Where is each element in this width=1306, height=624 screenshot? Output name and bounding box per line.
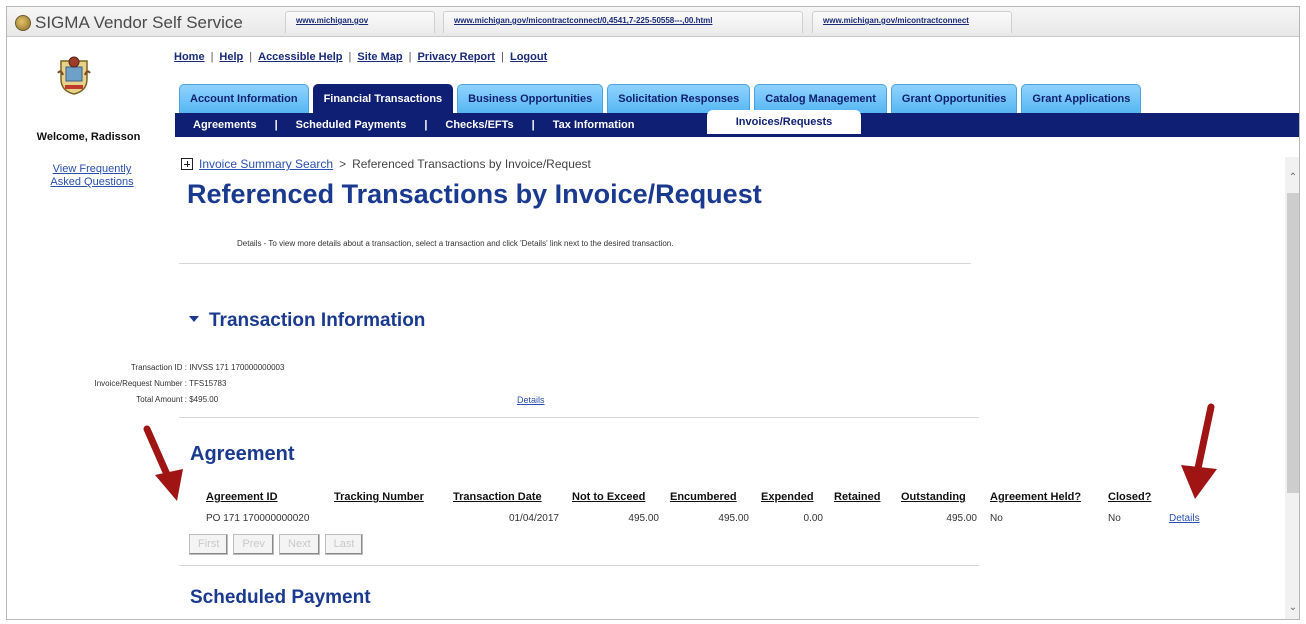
col-transaction-date[interactable]: Transaction Date bbox=[453, 491, 542, 503]
url-tab-micontractconnect[interactable]: www.michigan.gov/micontractconnect bbox=[812, 11, 1012, 33]
faq-link-line2[interactable]: Asked Questions bbox=[37, 176, 147, 189]
col-not-to-exceed[interactable]: Not to Exceed bbox=[572, 491, 645, 503]
tab-solicitation-responses[interactable]: Solicitation Responses bbox=[607, 84, 751, 113]
browser-window: SIGMA Vendor Self Service www.michigan.g… bbox=[6, 6, 1300, 620]
subnav-scheduled-payments[interactable]: Scheduled Payments bbox=[296, 119, 407, 131]
divider bbox=[179, 263, 971, 264]
transaction-information-heading[interactable]: Transaction Information bbox=[189, 310, 425, 332]
transaction-details-link[interactable]: Details bbox=[517, 395, 545, 405]
scheduled-payment-heading: Scheduled Payment bbox=[190, 587, 371, 608]
collapse-icon[interactable] bbox=[181, 158, 193, 170]
scroll-thumb[interactable] bbox=[1287, 193, 1299, 493]
url-tab-micontractconnect-page[interactable]: www.michigan.gov/micontractconnect/0,454… bbox=[443, 11, 803, 33]
tab-catalog-management[interactable]: Catalog Management bbox=[754, 84, 887, 113]
pager: First Prev Next Last bbox=[189, 534, 364, 555]
main-tabs: Account Information Financial Transactio… bbox=[179, 84, 1142, 113]
subnav-tax-information[interactable]: Tax Information bbox=[553, 119, 635, 131]
col-expended[interactable]: Expended bbox=[761, 491, 814, 503]
title-bar: SIGMA Vendor Self Service www.michigan.g… bbox=[7, 7, 1299, 37]
tab-grant-opportunities[interactable]: Grant Opportunities bbox=[890, 84, 1018, 113]
divider bbox=[179, 565, 979, 566]
faq-link-line1[interactable]: View Frequently bbox=[37, 163, 147, 176]
privacy-report-link[interactable]: Privacy Report bbox=[417, 51, 495, 63]
michigan-seal-icon bbox=[15, 15, 31, 31]
subnav-invoices-requests[interactable]: Invoices/Requests bbox=[707, 110, 861, 134]
total-amount-row: Total Amount : $495.00 bbox=[136, 395, 219, 404]
col-agreement-held[interactable]: Agreement Held? bbox=[990, 491, 1081, 503]
tab-account-information[interactable]: Account Information bbox=[179, 84, 309, 113]
cell-agreement-id: PO 171 170000000020 bbox=[206, 513, 310, 524]
col-tracking-number[interactable]: Tracking Number bbox=[334, 491, 424, 503]
app-title-text: SIGMA Vendor Self Service bbox=[35, 13, 243, 32]
help-link[interactable]: Help bbox=[219, 51, 243, 63]
sub-nav: Agreements | Scheduled Payments | Checks/E… bbox=[175, 110, 1299, 137]
agreement-heading: Agreement bbox=[190, 443, 295, 465]
transaction-id-row: Transaction ID : INVSS 171 170000000003 bbox=[130, 363, 285, 372]
breadcrumb-separator: > bbox=[339, 157, 347, 171]
breadcrumb-invoice-summary-search[interactable]: Invoice Summary Search bbox=[199, 157, 333, 171]
first-button[interactable]: First bbox=[189, 534, 229, 555]
cell-closed: No bbox=[1108, 513, 1121, 524]
col-outstanding[interactable]: Outstanding bbox=[901, 491, 966, 503]
cell-agreement-held: No bbox=[990, 513, 1003, 524]
vertical-scrollbar[interactable]: ⌃ ⌄ bbox=[1285, 157, 1299, 619]
col-agreement-id[interactable]: Agreement ID bbox=[206, 491, 278, 503]
next-button[interactable]: Next bbox=[279, 534, 320, 555]
subnav-agreements[interactable]: Agreements bbox=[193, 119, 257, 131]
welcome-text: Welcome, Radisson bbox=[36, 131, 141, 143]
michigan-seal-icon bbox=[57, 56, 91, 95]
cell-outstanding: 495.00 bbox=[946, 513, 977, 524]
col-closed[interactable]: Closed? bbox=[1108, 491, 1151, 503]
cell-encumbered: 495.00 bbox=[718, 513, 749, 524]
sidebar: Welcome, Radisson View Frequently Asked … bbox=[7, 37, 170, 619]
cell-transaction-date: 01/04/2017 bbox=[508, 513, 559, 524]
red-arrow-icon bbox=[143, 425, 183, 501]
last-button[interactable]: Last bbox=[324, 534, 364, 555]
logout-link[interactable]: Logout bbox=[510, 51, 547, 63]
prev-button[interactable]: Prev bbox=[233, 534, 275, 555]
col-retained[interactable]: Retained bbox=[834, 491, 880, 503]
app-title: SIGMA Vendor Self Service bbox=[15, 13, 243, 33]
divider bbox=[179, 417, 979, 418]
cell-expended: 0.00 bbox=[803, 513, 823, 524]
page-title: Referenced Transactions by Invoice/Reque… bbox=[187, 179, 762, 209]
red-arrow-icon bbox=[1181, 403, 1217, 499]
cell-not-to-exceed: 495.00 bbox=[628, 513, 659, 524]
url-tab-michigan[interactable]: www.michigan.gov bbox=[285, 11, 435, 33]
breadcrumb: Invoice Summary Search > Referenced Tran… bbox=[181, 157, 591, 171]
subnav-checks-efts[interactable]: Checks/EFTs bbox=[445, 119, 513, 131]
tab-business-opportunities[interactable]: Business Opportunities bbox=[457, 84, 604, 113]
accessible-help-link[interactable]: Accessible Help bbox=[258, 51, 342, 63]
tab-financial-transactions[interactable]: Financial Transactions bbox=[312, 84, 454, 113]
tab-grant-applications[interactable]: Grant Applications bbox=[1021, 84, 1142, 113]
faq-link[interactable]: View Frequently Asked Questions bbox=[37, 163, 147, 189]
home-link[interactable]: Home bbox=[174, 51, 205, 63]
invoice-number-row: Invoice/Request Number : TFS15783 bbox=[94, 379, 227, 388]
instructions-text: Details - To view more details about a t… bbox=[237, 239, 674, 248]
expand-collapse-icon[interactable] bbox=[189, 315, 199, 322]
site-map-link[interactable]: Site Map bbox=[357, 51, 402, 63]
agreement-details-link[interactable]: Details bbox=[1169, 513, 1200, 524]
col-encumbered[interactable]: Encumbered bbox=[670, 491, 737, 503]
top-links: Home | Help | Accessible Help | Site Map | P… bbox=[174, 51, 548, 63]
scroll-down-icon[interactable]: ⌄ bbox=[1288, 603, 1298, 613]
scroll-up-icon[interactable]: ⌃ bbox=[1288, 173, 1298, 183]
breadcrumb-current: Referenced Transactions by Invoice/Reque… bbox=[352, 157, 591, 171]
